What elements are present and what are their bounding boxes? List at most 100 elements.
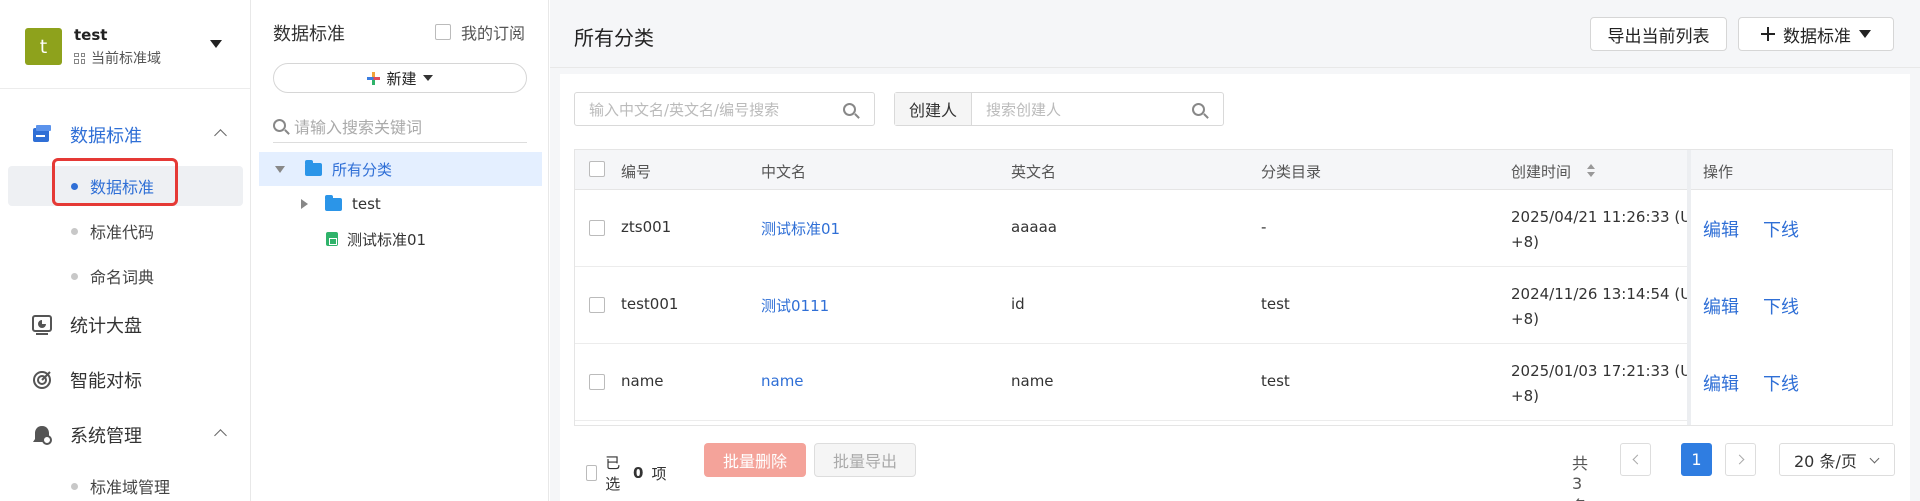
keyword-search-placeholder: 输入中文名/英文名/编号搜索 [589, 100, 780, 119]
nav-sub-label: 标准域管理 [90, 478, 171, 497]
creator-filter[interactable]: 创建人 搜索创建人 [894, 92, 1224, 126]
collapse-icon[interactable] [301, 199, 308, 209]
checkbox-icon[interactable] [435, 24, 451, 40]
tree-node-test-standard-01[interactable]: 测试标准01 [259, 222, 542, 256]
edit-link[interactable]: 编辑 [1703, 293, 1739, 319]
nav-group-data-standard[interactable]: 数据标准 [0, 113, 250, 157]
edit-link[interactable]: 编辑 [1703, 216, 1739, 242]
creator-filter-label: 创建人 [895, 93, 973, 125]
search-icon [273, 119, 286, 132]
row-checkbox[interactable] [589, 220, 605, 236]
new-button[interactable]: 新建 [273, 63, 527, 93]
nav-sub-standard-code[interactable]: 标准代码 [0, 211, 250, 251]
tree-search-placeholder: 请输入搜索关键词 [294, 117, 423, 137]
folder-icon [305, 159, 322, 176]
export-list-button[interactable]: 导出当前列表 [1590, 17, 1727, 51]
column-header-created-time[interactable]: 创建时间 [1511, 161, 1571, 182]
tree-node-label: test [352, 195, 381, 213]
plus-icon [1761, 27, 1775, 41]
chevron-up-icon[interactable] [214, 128, 227, 142]
dot-icon [71, 272, 78, 280]
nav-sub-naming-dictionary[interactable]: 命名词典 [0, 256, 250, 296]
nav-group-smart-benchmark[interactable]: 智能对标 [0, 358, 250, 402]
offline-link[interactable]: 下线 [1763, 370, 1799, 396]
nav-group-label: 智能对标 [70, 371, 142, 392]
cell-created-time: 2025/01/03 17:21:33 (UTC +8) [1511, 362, 1691, 405]
page-1-button[interactable]: 1 [1681, 443, 1712, 476]
selected-count: 0 [633, 464, 644, 482]
nav-group-label: 统计大盘 [70, 316, 142, 337]
nav-group-label: 系统管理 [70, 426, 142, 447]
select-all-checkbox[interactable] [589, 161, 605, 177]
my-subscription-label: 我的订阅 [461, 24, 526, 43]
highlight-annotation-box [52, 158, 178, 206]
search-icon[interactable] [843, 102, 856, 116]
dashboard-icon [32, 315, 52, 335]
batch-delete-button[interactable]: 批量删除 [704, 443, 806, 477]
column-header-cn-name: 中文名 [761, 163, 807, 181]
offline-link[interactable]: 下线 [1763, 216, 1799, 242]
cell-cn-name-link[interactable]: 测试标准01 [761, 218, 840, 239]
cell-code: name [621, 372, 664, 390]
page-size-label: 20 条/页 [1794, 451, 1857, 471]
row-checkbox[interactable] [589, 297, 605, 313]
row-checkbox[interactable] [589, 374, 605, 390]
column-header-category: 分类目录 [1261, 163, 1322, 181]
tree-node-label: 测试标准01 [347, 230, 427, 249]
plus-icon [367, 71, 381, 85]
tree-node-label: 所有分类 [332, 160, 393, 179]
column-header-en-name: 英文名 [1011, 163, 1057, 181]
batch-export-button[interactable]: 批量导出 [814, 443, 916, 477]
dot-icon [71, 482, 78, 490]
cell-category: - [1261, 218, 1267, 236]
cell-en-name: id [1011, 295, 1025, 313]
nav-sub-label: 标准代码 [90, 223, 155, 242]
chevron-left-icon [1632, 454, 1642, 465]
edit-link[interactable]: 编辑 [1703, 370, 1739, 396]
selected-prefix: 已选 [605, 454, 621, 493]
tree-node-all-categories[interactable]: 所有分类 [259, 152, 542, 186]
grid-icon [74, 52, 85, 64]
domain-avatar: t [25, 28, 62, 65]
nav-sub-label: 命名词典 [90, 268, 155, 287]
cell-created-time: 2025/04/21 11:26:33 (UTC +8) [1511, 208, 1691, 251]
selected-suffix: 项 [651, 464, 667, 483]
add-data-standard-button[interactable]: 数据标准 [1738, 17, 1894, 51]
tree-node-test[interactable]: test [259, 187, 542, 221]
search-icon[interactable] [1192, 102, 1205, 116]
chevron-down-icon [1869, 453, 1880, 464]
next-page-button[interactable] [1725, 443, 1756, 476]
dot-icon [71, 227, 78, 235]
domain-subtitle: 当前标准域 [74, 48, 161, 68]
checkbox-icon[interactable] [586, 465, 598, 481]
caret-down-icon[interactable] [210, 40, 222, 48]
sort-icon[interactable] [1587, 164, 1595, 177]
cell-code: zts001 [621, 218, 672, 236]
operations-column: 操作 编辑 下线 编辑 下线 编辑 下线 [1687, 150, 1892, 425]
cell-created-time: 2024/11/26 13:14:54 (UTC +8) [1511, 285, 1691, 328]
new-button-label: 新建 [386, 69, 417, 88]
offline-link[interactable]: 下线 [1763, 293, 1799, 319]
chevron-up-icon[interactable] [214, 428, 227, 442]
nav-group-system-admin[interactable]: 系统管理 [0, 413, 250, 457]
tree-search-input[interactable]: 请输入搜索关键词 [273, 109, 527, 143]
prev-page-button[interactable] [1620, 443, 1651, 476]
creator-search-placeholder: 搜索创建人 [986, 100, 1062, 119]
cell-category: test [1261, 372, 1290, 390]
page-size-select[interactable]: 20 条/页 [1779, 443, 1895, 476]
export-list-label: 导出当前列表 [1607, 26, 1710, 47]
expand-icon[interactable] [275, 165, 285, 173]
main-content: 所有分类 导出当前列表 数据标准 输入中文名/英文名/编号搜索 创建人 搜索创建… [550, 0, 1920, 501]
nav-sub-domain-management[interactable]: 标准域管理 [0, 466, 250, 501]
my-subscription-checkbox[interactable]: 我的订阅 [435, 20, 525, 44]
domain-switcher[interactable]: t test 当前标准域 [0, 0, 250, 89]
cell-category: test [1261, 295, 1290, 313]
keyword-search-input[interactable]: 输入中文名/英文名/编号搜索 [574, 92, 875, 126]
cell-cn-name-link[interactable]: name [761, 372, 804, 390]
cell-cn-name-link[interactable]: 测试0111 [761, 295, 829, 316]
nav-group-dashboard[interactable]: 统计大盘 [0, 303, 250, 347]
domain-subtitle-label: 当前标准域 [91, 51, 161, 67]
category-tree-panel: 数据标准 我的订阅 新建 请输入搜索关键词 所有分类 test 测试标准01 [251, 0, 549, 501]
nav-group-label: 数据标准 [70, 126, 142, 147]
selected-count-checkbox[interactable]: 已选 0 项 [586, 452, 666, 494]
